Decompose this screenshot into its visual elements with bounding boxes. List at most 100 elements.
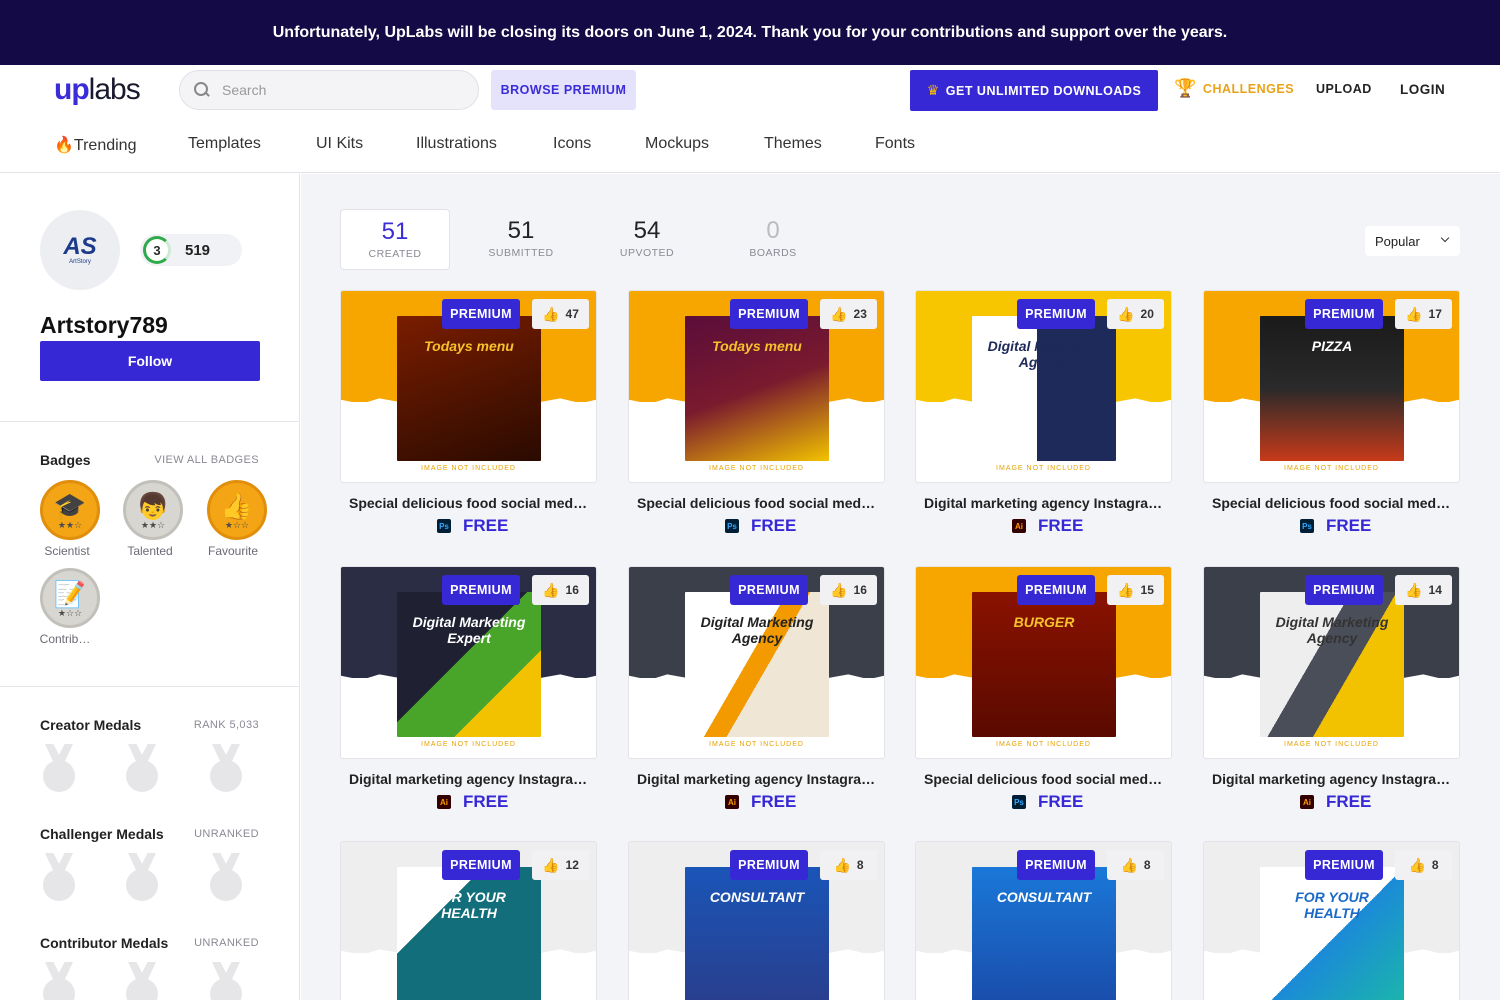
nav-icons[interactable]: Icons	[553, 135, 591, 153]
badge-favourite[interactable]: 👍 ★☆☆	[207, 480, 267, 540]
premium-badge[interactable]: PREMIUM	[1305, 850, 1383, 880]
like-button[interactable]: 👍 15	[1107, 575, 1164, 605]
get-unlimited-downloads-button[interactable]: ♛ GET UNLIMITED DOWNLOADS	[910, 70, 1158, 111]
browse-premium-button[interactable]: BROWSE PREMIUM	[491, 70, 636, 110]
thumbs-up-icon: 👍	[220, 490, 254, 521]
stat-label: CREATED	[368, 248, 422, 260]
stat-number: 54	[633, 217, 661, 244]
poster-image: FOR YOUR HEALTH	[397, 867, 541, 1000]
nav-illustrations[interactable]: Illustrations	[416, 135, 497, 153]
price-label: FREE	[751, 792, 797, 811]
shot-thumbnail[interactable]: Todays menu IMAGE NOT INCLUDED PREMIUM 👍 23	[628, 290, 885, 483]
shot-title[interactable]: Special delicious food social media ...	[349, 495, 589, 511]
shot-thumbnail[interactable]: FOR YOUR HEALTH PREMIUM 👍 8	[1203, 841, 1460, 1000]
shot-thumbnail[interactable]: PIZZA IMAGE NOT INCLUDED PREMIUM 👍 17	[1203, 290, 1460, 483]
like-button[interactable]: 👍 23	[820, 299, 877, 329]
badge-contributor[interactable]: 📝 ★☆☆	[40, 568, 100, 628]
premium-badge[interactable]: PREMIUM	[442, 299, 520, 329]
shot-title[interactable]: Digital marketing agency Instagram ...	[1212, 771, 1452, 787]
tab-submitted[interactable]: 51 SUBMITTED	[466, 209, 576, 270]
shot-thumbnail[interactable]: BURGER IMAGE NOT INCLUDED PREMIUM 👍 15	[915, 566, 1172, 759]
like-count: 16	[853, 583, 867, 597]
search-input[interactable]	[222, 82, 462, 98]
premium-badge[interactable]: PREMIUM	[1017, 299, 1095, 329]
shot-card[interactable]: FOR YOUR HEALTH PREMIUM 👍 12	[340, 841, 597, 1000]
challenges-link[interactable]: 🏆 CHALLENGES	[1174, 78, 1294, 99]
shot-card[interactable]: FOR YOUR HEALTH PREMIUM 👍 8	[1203, 841, 1460, 1000]
sort-dropdown[interactable]: Popular	[1365, 226, 1460, 256]
shot-card[interactable]: Digital Marketing Agency IMAGE NOT INCLUD…	[915, 290, 1172, 536]
shot-title[interactable]: Digital marketing agency Instagram ...	[924, 495, 1164, 511]
premium-badge[interactable]: PREMIUM	[442, 850, 520, 880]
shot-thumbnail[interactable]: CONSULTANT PREMIUM 👍 8	[915, 841, 1172, 1000]
login-link[interactable]: LOGIN	[1400, 82, 1445, 97]
premium-badge[interactable]: PREMIUM	[730, 850, 808, 880]
nav-trending[interactable]: 🔥Trending	[54, 135, 136, 155]
shot-thumbnail[interactable]: Digital Marketing Agency IMAGE NOT INCLUD…	[915, 290, 1172, 483]
shot-title[interactable]: Digital marketing agency Instagram ...	[349, 771, 589, 787]
shot-thumbnail[interactable]: CONSULTANT PREMIUM 👍 8	[628, 841, 885, 1000]
like-button[interactable]: 👍 8	[1107, 850, 1164, 880]
price-label: FREE	[1038, 516, 1084, 535]
shot-title[interactable]: Digital marketing agency Instagram ...	[637, 771, 877, 787]
shot-card[interactable]: Todays menu IMAGE NOT INCLUDED PREMIUM 👍 23 S…	[628, 290, 885, 536]
like-button[interactable]: 👍 16	[532, 575, 589, 605]
premium-badge[interactable]: PREMIUM	[1305, 299, 1383, 329]
upload-link[interactable]: UPLOAD	[1316, 82, 1372, 96]
shot-thumbnail[interactable]: Todays menu IMAGE NOT INCLUDED PREMIUM 👍 47	[340, 290, 597, 483]
like-button[interactable]: 👍 12	[532, 850, 589, 880]
banner-text: Unfortunately, UpLabs will be closing it…	[272, 23, 1228, 41]
shot-card[interactable]: BURGER IMAGE NOT INCLUDED PREMIUM 👍 15 Specia…	[915, 566, 1172, 812]
premium-badge[interactable]: PREMIUM	[730, 575, 808, 605]
shot-thumbnail[interactable]: Digital Marketing Agency IMAGE NOT INCLUD…	[1203, 566, 1460, 759]
shot-thumbnail[interactable]: FOR YOUR HEALTH PREMIUM 👍 12	[340, 841, 597, 1000]
tab-upvoted[interactable]: 54 UPVOTED	[592, 209, 702, 270]
shot-title[interactable]: Special delicious food social media ...	[924, 771, 1164, 787]
photoshop-file-icon: Ps	[1012, 795, 1026, 809]
like-button[interactable]: 👍 8	[1395, 850, 1452, 880]
closing-announcement-banner: Unfortunately, UpLabs will be closing it…	[0, 0, 1500, 65]
document-icon: 📝	[53, 578, 87, 609]
premium-badge[interactable]: PREMIUM	[1017, 850, 1095, 880]
premium-badge[interactable]: PREMIUM	[1305, 575, 1383, 605]
shot-thumbnail[interactable]: Digital Marketing Agency IMAGE NOT INCLUD…	[628, 566, 885, 759]
like-button[interactable]: 👍 14	[1395, 575, 1452, 605]
like-button[interactable]: 👍 8	[820, 850, 877, 880]
poster-headline: BURGER	[1013, 614, 1075, 630]
shot-card[interactable]: PIZZA IMAGE NOT INCLUDED PREMIUM 👍 17 Special…	[1203, 290, 1460, 536]
premium-badge[interactable]: PREMIUM	[730, 299, 808, 329]
shot-card[interactable]: Digital Marketing Expert IMAGE NOT INCLUD…	[340, 566, 597, 812]
shot-card[interactable]: Digital Marketing Agency IMAGE NOT INCLUD…	[628, 566, 885, 812]
premium-badge[interactable]: PREMIUM	[442, 575, 520, 605]
nav-themes[interactable]: Themes	[764, 135, 822, 153]
premium-badge[interactable]: PREMIUM	[1017, 575, 1095, 605]
like-button[interactable]: 👍 47	[532, 299, 589, 329]
search-box[interactable]	[179, 70, 479, 110]
like-button[interactable]: 👍 16	[820, 575, 877, 605]
shot-card[interactable]: Digital Marketing Agency IMAGE NOT INCLUD…	[1203, 566, 1460, 812]
shot-title[interactable]: Special delicious food social media ...	[1212, 495, 1452, 511]
follow-button[interactable]: Follow	[40, 341, 260, 381]
nav-ui-kits[interactable]: UI Kits	[316, 135, 363, 153]
badge-scientist[interactable]: 🎓 ★★☆	[40, 480, 100, 540]
photoshop-file-icon: Ps	[1300, 519, 1314, 533]
nav-mockups[interactable]: Mockups	[645, 135, 709, 153]
shot-card[interactable]: CONSULTANT PREMIUM 👍 8	[628, 841, 885, 1000]
shot-card[interactable]: CONSULTANT PREMIUM 👍 8	[915, 841, 1172, 1000]
tab-created[interactable]: 51 CREATED	[340, 209, 450, 270]
like-button[interactable]: 👍 20	[1107, 299, 1164, 329]
uplabs-logo[interactable]: uplabs	[54, 73, 141, 107]
thumbs-up-icon: 👍	[542, 581, 560, 598]
avatar[interactable]: AS ArtStory	[40, 210, 120, 290]
like-button[interactable]: 👍 17	[1395, 299, 1452, 329]
poster-headline: Digital Marketing Agency	[987, 338, 1101, 370]
badge-talented[interactable]: 👦 ★★☆	[123, 480, 183, 540]
shot-title[interactable]: Special delicious food social media ...	[637, 495, 877, 511]
nav-fonts[interactable]: Fonts	[875, 135, 915, 153]
view-all-badges-link[interactable]: VIEW ALL BADGES	[154, 454, 259, 466]
nav-templates[interactable]: Templates	[188, 135, 261, 153]
shot-thumbnail[interactable]: Digital Marketing Expert IMAGE NOT INCLUD…	[340, 566, 597, 759]
shot-card[interactable]: Todays menu IMAGE NOT INCLUDED PREMIUM 👍 47 S…	[340, 290, 597, 536]
badge-label: Scientist	[44, 544, 90, 558]
tab-boards[interactable]: 0 BOARDS	[718, 209, 828, 270]
